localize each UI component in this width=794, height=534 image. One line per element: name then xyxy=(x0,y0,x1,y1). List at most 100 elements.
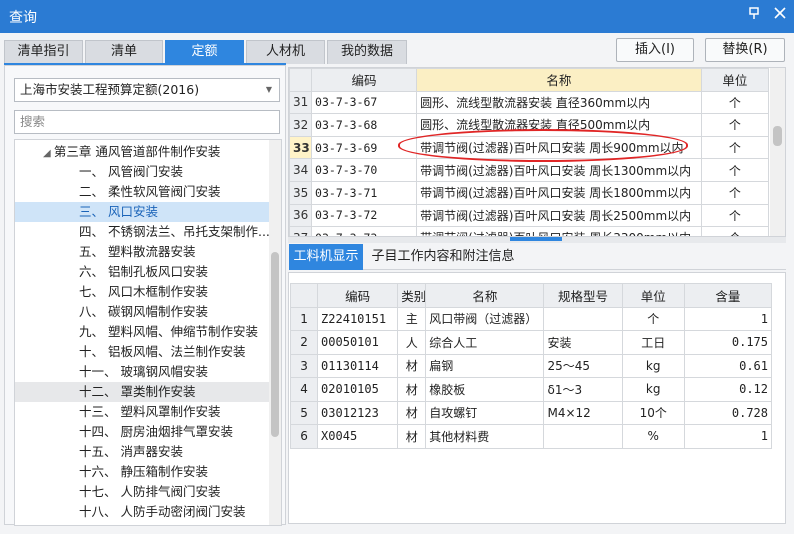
unit-column-header[interactable]: 单位 xyxy=(700,68,770,92)
quota-code[interactable]: 03-7-3-71 xyxy=(311,180,418,205)
row-number[interactable]: 33 xyxy=(289,135,313,160)
quota-scrollbar-thumb[interactable] xyxy=(773,126,782,146)
resource-qty[interactable]: 0.728 xyxy=(683,400,773,425)
tab-list-guide[interactable]: 清单指引 xyxy=(4,40,83,64)
res-unit-header[interactable]: 单位 xyxy=(621,283,685,308)
name-column-header[interactable]: 名称 xyxy=(416,68,702,92)
resource-row[interactable]: 6 X0045 材其他材料费% 1 xyxy=(289,424,773,449)
quota-name[interactable]: 带调节阀(过滤器)百叶风口安装 周长3300mm以内 xyxy=(416,226,702,236)
quota-name[interactable]: 带调节阀(过滤器)百叶风口安装 周长1800mm以内 xyxy=(416,180,702,205)
resource-unit[interactable]: 个 xyxy=(621,306,685,331)
quota-row[interactable]: 31 03-7-3-67 圆形、流线型散流器安装 直径360mm以内个 xyxy=(289,90,770,115)
row-number[interactable]: 5 xyxy=(289,400,319,425)
tree-node[interactable]: 九、 塑料风帽、伸缩节制作安装 xyxy=(15,322,269,342)
tree-node[interactable]: ◢ 第三章 通风管道部件制作安装 xyxy=(15,142,269,162)
resource-row[interactable]: 4 02010105 材橡胶板 δ1～3 kg 0.12 xyxy=(289,377,773,402)
row-number[interactable]: 32 xyxy=(289,113,313,137)
resource-category[interactable]: 主 xyxy=(397,306,427,331)
resource-code[interactable]: X0045 xyxy=(317,424,399,449)
resource-unit[interactable]: % xyxy=(621,424,685,449)
row-number[interactable]: 4 xyxy=(289,377,319,402)
resource-unit[interactable]: 工日 xyxy=(621,330,685,355)
quota-row[interactable]: 35 03-7-3-71 带调节阀(过滤器)百叶风口安装 周长1800mm以内个 xyxy=(289,180,770,205)
tree-node[interactable]: 十七、 人防排气阀门安装 xyxy=(15,482,269,502)
resource-qty[interactable]: 1 xyxy=(683,424,773,449)
resource-spec[interactable]: 25～45 xyxy=(543,353,623,378)
resource-category[interactable]: 材 xyxy=(397,424,427,449)
quota-code[interactable]: 03-7-3-73 xyxy=(311,226,418,236)
res-qty-header[interactable]: 含量 xyxy=(683,283,773,308)
tab-list[interactable]: 清单 xyxy=(85,40,163,64)
expand-icon[interactable]: ◢ xyxy=(43,148,54,159)
tab-work-content-notes[interactable]: 子目工作内容和附注信息 xyxy=(369,244,517,270)
resource-name[interactable]: 风口带阀（过滤器） xyxy=(425,306,545,331)
quota-row[interactable]: 36 03-7-3-72 带调节阀(过滤器)百叶风口安装 周长2500mm以内个 xyxy=(289,203,770,228)
quota-unit[interactable]: 个 xyxy=(700,180,770,205)
resource-code[interactable]: 01130114 xyxy=(317,353,399,378)
quota-code[interactable]: 03-7-3-70 xyxy=(311,158,418,182)
tree-node[interactable]: 十四、 厨房油烟排气罩安装 xyxy=(15,422,269,442)
pane-splitter[interactable] xyxy=(288,237,786,243)
code-column-header[interactable]: 编码 xyxy=(311,68,418,92)
pin-icon[interactable] xyxy=(745,6,763,24)
row-number[interactable]: 3 xyxy=(289,353,319,378)
row-number[interactable]: 35 xyxy=(289,180,313,205)
resource-row[interactable]: 1 Z22410151 主风口带阀（过滤器）个 1 xyxy=(289,306,773,331)
resource-row[interactable]: 2 00050101 人综合人工 安装 工日 0.175 xyxy=(289,330,773,355)
tree-node[interactable]: 十五、 消声器安装 xyxy=(15,442,269,462)
resource-spec[interactable]: M4×12 xyxy=(543,400,623,425)
resource-category[interactable]: 材 xyxy=(397,353,427,378)
resource-code[interactable]: 00050101 xyxy=(317,330,399,355)
resource-qty[interactable]: 0.61 xyxy=(683,353,773,378)
res-category-header[interactable]: 类别 xyxy=(397,283,427,308)
search-input[interactable]: 搜索 xyxy=(14,110,280,134)
quota-row[interactable]: 3703-7-3-73带调节阀(过滤器)百叶风口安装 周长3300mm以内个 xyxy=(289,226,770,236)
tab-quota[interactable]: 定额 xyxy=(165,40,244,64)
resource-row[interactable]: 3 01130114 材扁钢 25～45 kg 0.61 xyxy=(289,353,773,378)
resource-qty[interactable]: 0.175 xyxy=(683,330,773,355)
quota-name[interactable]: 带调节阀(过滤器)百叶风口安装 周长1300mm以内 xyxy=(416,158,702,182)
tree-node[interactable]: 十三、 塑料风罩制作安装 xyxy=(15,402,269,422)
tab-resource-display[interactable]: 工料机显示 xyxy=(289,244,363,270)
resource-code[interactable]: Z22410151 xyxy=(317,306,399,331)
quota-code[interactable]: 03-7-3-67 xyxy=(311,90,418,115)
resource-name[interactable]: 其他材料费 xyxy=(425,424,545,449)
tab-my-data[interactable]: 我的数据 xyxy=(327,40,407,64)
quota-unit[interactable]: 个 xyxy=(700,113,770,137)
close-icon[interactable] xyxy=(771,6,789,24)
quota-unit[interactable]: 个 xyxy=(700,226,770,236)
resource-name[interactable]: 综合人工 xyxy=(425,330,545,355)
resource-code[interactable]: 02010105 xyxy=(317,377,399,402)
quota-unit[interactable]: 个 xyxy=(700,158,770,182)
quota-row[interactable]: 34 03-7-3-70 带调节阀(过滤器)百叶风口安装 周长1300mm以内个 xyxy=(289,158,770,182)
tree-node[interactable]: 十、 铝板风帽、法兰制作安装 xyxy=(15,342,269,362)
tree-node[interactable]: 二、 柔性软风管阀门安装 xyxy=(15,182,269,202)
quota-code[interactable]: 03-7-3-72 xyxy=(311,203,418,228)
row-number[interactable]: 36 xyxy=(289,203,313,228)
tree-scrollbar[interactable] xyxy=(269,140,281,525)
tree-node[interactable]: 十九、 人防其他部件 xyxy=(15,522,269,525)
row-number[interactable]: 34 xyxy=(289,158,313,182)
row-number[interactable]: 37 xyxy=(289,226,313,236)
quota-library-dropdown[interactable]: 上海市安装工程预算定额(2016) ▼ xyxy=(14,78,280,102)
resource-qty[interactable]: 1 xyxy=(683,306,773,331)
quota-scrollbar[interactable] xyxy=(770,68,785,236)
resource-category[interactable]: 人 xyxy=(397,330,427,355)
replace-button[interactable]: 替换(R) xyxy=(705,38,785,62)
tree-node[interactable]: 四、 不锈钢法兰、吊托支架制作... xyxy=(15,222,269,242)
resource-unit[interactable]: kg xyxy=(621,353,685,378)
resource-qty[interactable]: 0.12 xyxy=(683,377,773,402)
tree-node[interactable]: 六、 铝制孔板风口安装 xyxy=(15,262,269,282)
quota-unit[interactable]: 个 xyxy=(700,135,770,160)
res-spec-header[interactable]: 规格型号 xyxy=(543,283,623,308)
quota-name[interactable]: 圆形、流线型散流器安装 直径360mm以内 xyxy=(416,90,702,115)
resource-unit[interactable]: kg xyxy=(621,377,685,402)
tree-node[interactable]: 十二、 罩类制作安装 xyxy=(15,382,269,402)
resource-spec[interactable]: δ1～3 xyxy=(543,377,623,402)
resource-category[interactable]: 材 xyxy=(397,400,427,425)
resource-unit[interactable]: 10个 xyxy=(621,400,685,425)
row-number[interactable]: 1 xyxy=(289,306,319,331)
tree-node[interactable]: 五、 塑料散流器安装 xyxy=(15,242,269,262)
tree-node[interactable]: 八、 碳钢风帽制作安装 xyxy=(15,302,269,322)
tree-node[interactable]: 七、 风口木框制作安装 xyxy=(15,282,269,302)
